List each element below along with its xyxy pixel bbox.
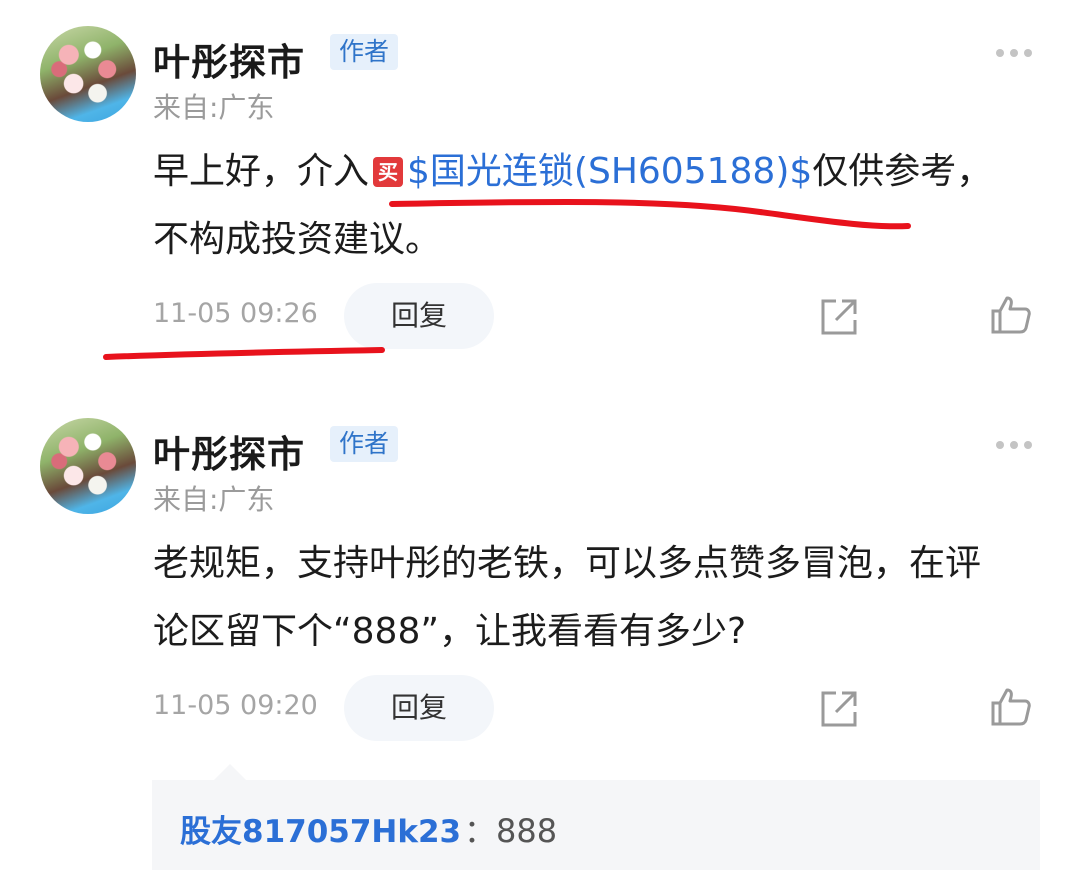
timestamp: 11-05 09:20 xyxy=(153,690,318,721)
username[interactable]: 叶彤探市 xyxy=(153,32,305,86)
share-icon[interactable] xyxy=(818,688,860,730)
share-icon[interactable] xyxy=(818,296,860,338)
location-label: 来自:广东 xyxy=(153,483,275,516)
thumbs-up-icon[interactable] xyxy=(990,294,1032,336)
comment-text-before: 早上好，介入 xyxy=(153,151,370,192)
more-dots-icon[interactable] xyxy=(996,439,1036,451)
timestamp: 11-05 09:26 xyxy=(153,298,318,329)
avatar[interactable] xyxy=(40,418,136,514)
comment-text: 老规矩，支持叶彤的老铁，可以多点赞多冒泡，在评论区留下个“888”，让我看看有多… xyxy=(153,543,982,652)
location-label: 来自:广东 xyxy=(153,91,275,124)
sub-reply-user[interactable]: 股友817057Hk23 xyxy=(180,806,461,851)
sub-reply-separator: ： xyxy=(464,812,497,850)
thumbs-up-icon[interactable] xyxy=(990,686,1032,728)
stock-link[interactable]: $国光连锁(SH605188)$ xyxy=(407,151,812,192)
author-badge: 作者 xyxy=(330,426,399,462)
reply-button[interactable]: 回复 xyxy=(344,675,494,741)
buy-mark-icon: 买 xyxy=(373,157,404,187)
sub-reply-content: 888 xyxy=(496,812,558,850)
sub-reply[interactable]: 股友817057Hk23 ：888 xyxy=(152,764,1040,870)
avatar[interactable] xyxy=(40,26,136,122)
reply-button[interactable]: 回复 xyxy=(344,283,494,349)
username[interactable]: 叶彤探市 xyxy=(153,424,305,478)
more-dots-icon[interactable] xyxy=(996,47,1036,59)
comment-text: 早上好，介入买 $国光连锁(SH605188)$仅供参考，不构成投资建议。 xyxy=(153,138,1013,274)
sub-reply-text: ：888 xyxy=(464,806,557,852)
author-badge: 作者 xyxy=(330,34,399,70)
